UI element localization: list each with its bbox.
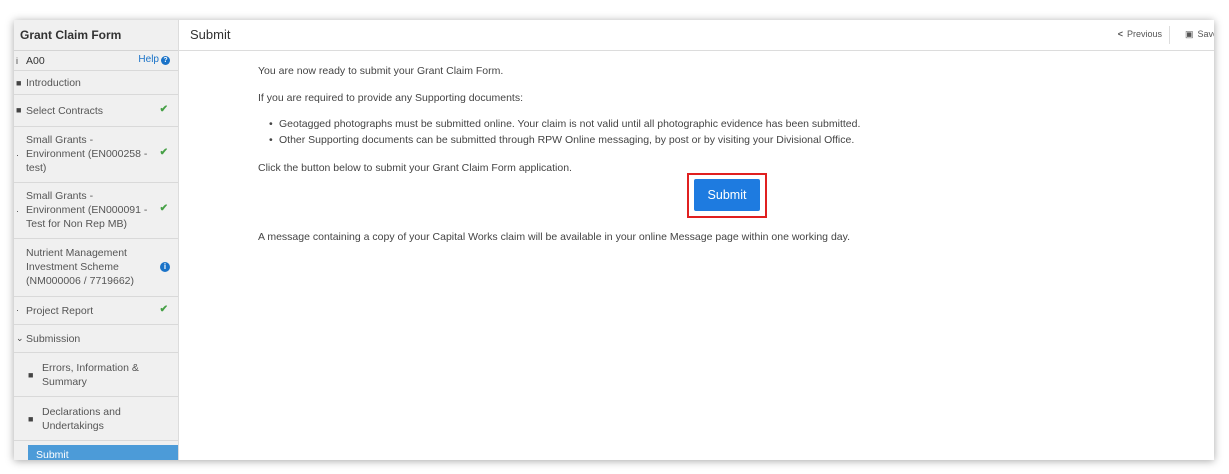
check-icon: ✔ — [159, 304, 168, 315]
list-bullet-icon: · — [16, 305, 19, 315]
sidebar-item-introduction[interactable]: ■ Introduction — [14, 71, 178, 95]
save-label: Save — [1197, 29, 1214, 39]
list-item: Geotagged photographs must be submitted … — [269, 118, 860, 130]
sidebar-item-submission[interactable]: ⌄ Submission — [14, 325, 178, 353]
list-bullet-icon: ■ — [28, 414, 34, 424]
sidebar-item-label: Submission — [26, 333, 81, 345]
sidebar-item-label: Small Grants - Environment (EN000258 - t… — [26, 133, 147, 175]
label-line: Undertakings — [42, 420, 104, 432]
list-bullet-icon: ■ — [16, 105, 22, 115]
label-line: Small Grants - — [26, 190, 94, 202]
sidebar-account-row: i A00 Help? — [14, 51, 178, 71]
list-bullet-icon: ■ — [28, 370, 34, 380]
label-line: Environment (EN000091 - — [26, 204, 148, 216]
sidebar-title: Grant Claim Form — [14, 20, 178, 51]
sidebar-item-label: Errors, Information & Summary — [42, 361, 139, 389]
label-line: Summary — [42, 376, 87, 388]
sidebar-item-label: Nutrient Management Investment Scheme (N… — [26, 246, 134, 288]
page-title: Submit — [190, 27, 231, 42]
sidebar-item-label: Declarations and Undertakings — [42, 405, 121, 433]
label-line: Nutrient Management — [26, 247, 127, 259]
list-item: Other Supporting documents can be submit… — [269, 134, 854, 146]
list-bullet-icon: · — [16, 150, 19, 160]
label-line: (NM000006 / 7719662) — [26, 275, 134, 287]
chevron-left-icon: < — [1117, 29, 1123, 39]
sidebar-item-label: Project Report — [26, 305, 94, 317]
sidebar-item-nutrient-management[interactable]: Nutrient Management Investment Scheme (N… — [14, 239, 178, 297]
label-line: Environment (EN000258 - — [26, 148, 148, 160]
sidebar-item-label: Small Grants - Environment (EN000091 - T… — [26, 189, 147, 231]
footer-message: A message containing a copy of your Capi… — [258, 231, 851, 243]
account-id: A00 — [26, 55, 45, 67]
sidebar-item-errors-summary[interactable]: ■ Errors, Information & Summary — [14, 353, 178, 397]
submit-button[interactable]: Submit — [694, 179, 760, 211]
help-label: Help — [138, 54, 159, 65]
previous-label: Previous — [1126, 29, 1162, 39]
intro-text: You are now ready to submit your Grant C… — [258, 65, 504, 77]
sidebar-item-project-report[interactable]: · Project Report ✔ — [14, 297, 178, 325]
label-line: Errors, Information & — [42, 362, 139, 374]
label-line: test) — [26, 162, 47, 174]
sidebar-item-select-contracts[interactable]: ■ Select Contracts ✔ — [14, 95, 178, 127]
help-link[interactable]: Help? — [138, 54, 170, 65]
supporting-heading: If you are required to provide any Suppo… — [258, 92, 523, 104]
list-bullet-icon: · — [16, 206, 19, 216]
expand-icon: ⌄ — [16, 333, 24, 343]
instruction-text: Click the button below to submit your Gr… — [258, 162, 572, 174]
sidebar-item-label: Introduction — [26, 77, 81, 89]
list-bullet-icon: ■ — [16, 78, 22, 88]
label-line: Declarations and — [42, 406, 121, 418]
label-line: Investment Scheme — [26, 261, 119, 273]
sidebar-item-small-grants-en000091[interactable]: · Small Grants - Environment (EN000091 -… — [14, 183, 178, 239]
app-window: Grant Claim Form i A00 Help? ■ Introduct… — [14, 20, 1214, 460]
check-icon: ✔ — [159, 147, 168, 158]
sidebar-item-submit[interactable]: Submit — [28, 445, 178, 460]
save-icon: ▣ — [1184, 29, 1194, 39]
sidebar-item-label: Select Contracts — [26, 105, 104, 117]
check-icon: ✔ — [159, 104, 168, 115]
save-button[interactable]: ▣Save — [1185, 29, 1214, 40]
check-icon: ✔ — [159, 203, 168, 214]
sidebar-item-declarations[interactable]: ■ Declarations and Undertakings — [14, 397, 178, 441]
label-line: Small Grants - — [26, 134, 94, 146]
previous-button[interactable]: < Previous — [1118, 29, 1162, 39]
info-icon: i — [160, 262, 170, 272]
sidebar-item-small-grants-en000258[interactable]: · Small Grants - Environment (EN000258 -… — [14, 127, 178, 183]
label-line: Test for Non Rep MB) — [26, 218, 127, 230]
header-divider — [1169, 26, 1170, 44]
sidebar: Grant Claim Form i A00 Help? ■ Introduct… — [14, 20, 179, 460]
page-header: Submit <Previous ▣Save — [178, 20, 1214, 51]
list-bullet-icon: i — [16, 56, 18, 66]
help-icon: ? — [161, 56, 170, 65]
